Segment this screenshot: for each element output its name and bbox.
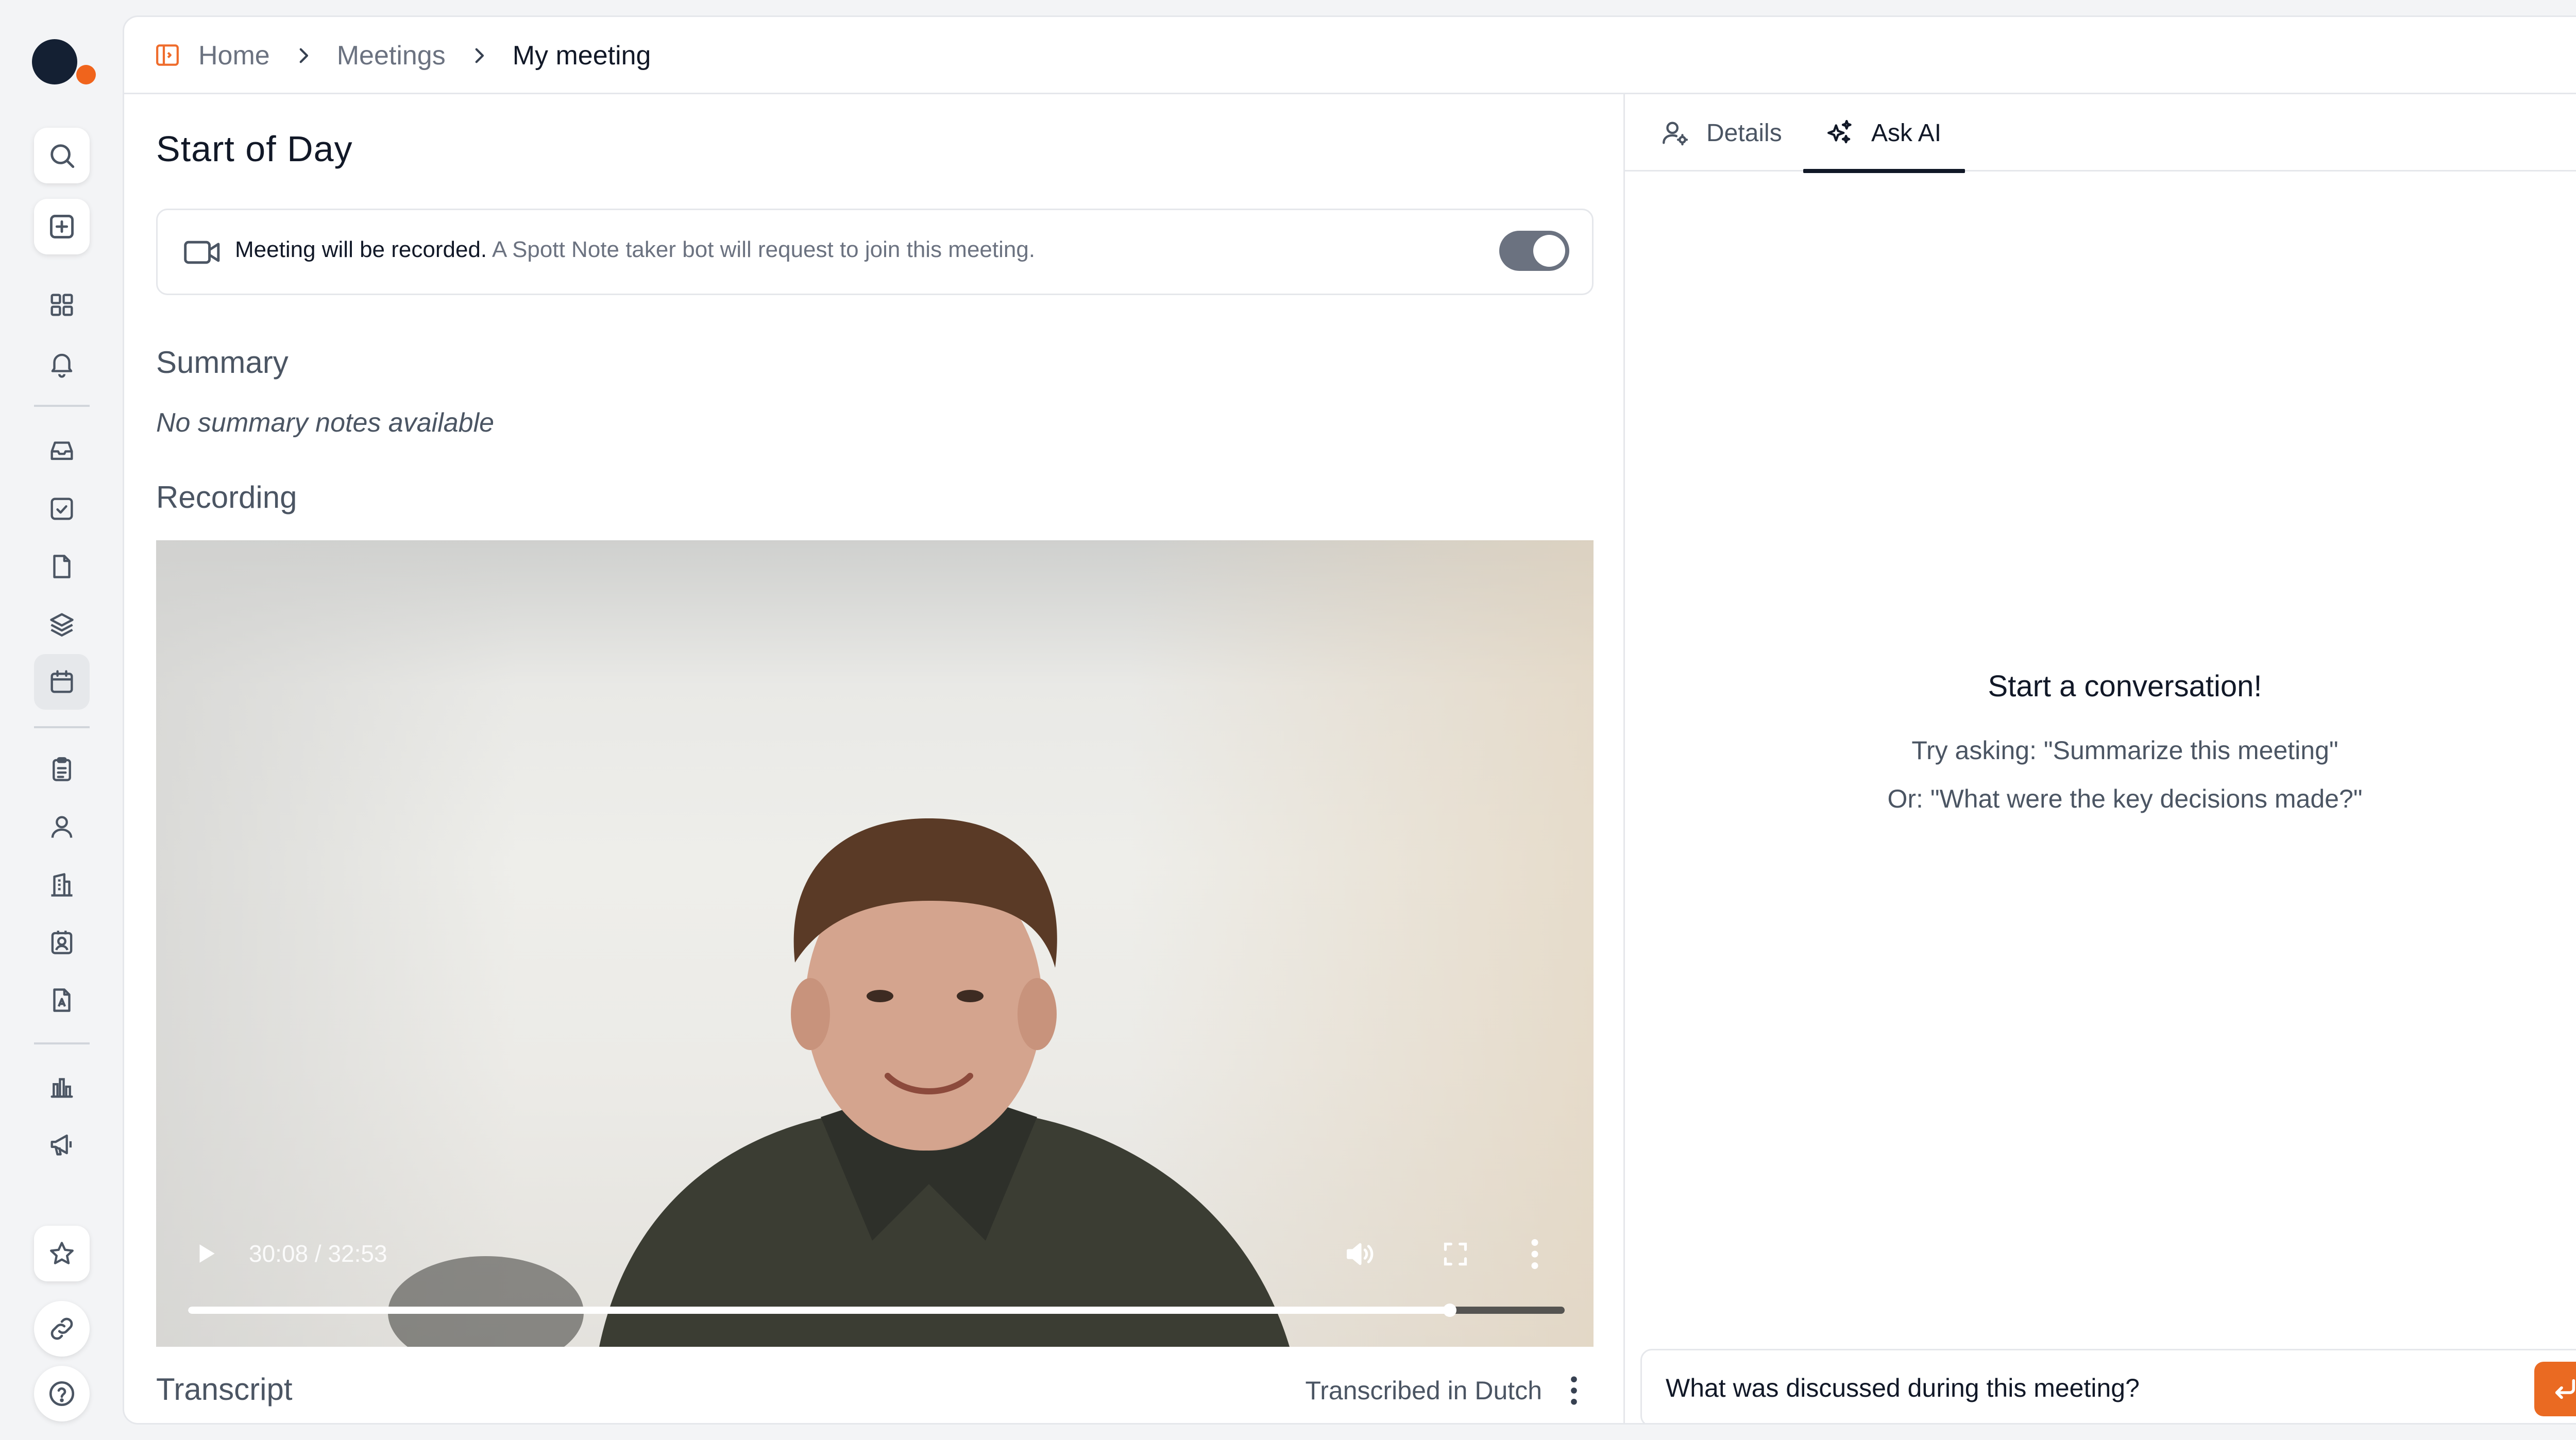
main-card: Home Meetings My meeting Start of Day Me… [123,15,2576,1425]
recording-notice-text: Meeting will be recorded. A Spott Note t… [235,237,1035,263]
more-vertical-icon[interactable] [1530,1239,1540,1270]
top-bar: Home Meetings My meeting [124,17,2576,94]
calendar-icon [50,670,73,693]
bar-chart-icon [50,1078,73,1098]
star-icon [50,1242,74,1264]
rail-divider [34,1042,90,1044]
nav-notifications[interactable] [34,336,90,391]
chat-empty-state: Start a conversation! Try asking: "Summa… [1625,669,2576,823]
chevron-right-icon [299,48,308,63]
help-circle-icon [49,1381,75,1407]
nav-clipboard[interactable] [34,742,90,797]
nav-campaigns[interactable] [34,1117,90,1172]
recording-heading: Recording [156,480,297,515]
breadcrumb: Home Meetings My meeting [198,38,651,74]
sidebar-toggle-button[interactable] [153,41,182,70]
search-button[interactable] [34,128,90,183]
side-panel: Details Ask AI Start a conversation! Try… [1625,94,2576,1423]
chat-input[interactable]: What was discussed during this meeting? [1640,1349,2576,1423]
summary-heading: Summary [156,345,289,380]
breadcrumb-home[interactable]: Home [198,40,270,71]
tab-details[interactable]: Details [1660,94,1782,172]
chevron-right-icon [475,48,484,63]
chat-hint: Try asking: "Summarize this meeting" [1911,736,2338,765]
video-time: 30:08 / 32:53 [249,1240,387,1267]
clipboard-list-icon [53,757,71,781]
nav-layers[interactable] [34,596,90,652]
favorites-button[interactable] [34,1226,90,1281]
bell-icon [51,353,73,378]
tab-ask-ai-label: Ask AI [1871,119,1942,147]
document-icon [53,555,71,578]
more-vertical-icon[interactable] [1569,1376,1579,1405]
sparkles-icon [1827,119,1852,144]
tab-ask-ai[interactable]: Ask AI [1803,94,1965,173]
summary-empty-text: No summary notes available [156,408,495,438]
rail-divider [34,405,90,407]
user-icon [51,816,73,838]
video-progress-fill [188,1307,1450,1314]
chat-empty-title: Start a conversation! [1988,670,2262,703]
inbox-icon [50,441,73,460]
nav-candidates[interactable] [34,915,90,970]
nav-files[interactable] [34,972,90,1028]
panel-toggle-icon [156,44,179,66]
nav-dashboard[interactable] [34,277,90,333]
create-button[interactable] [34,199,90,254]
video-scrubber[interactable] [1443,1304,1456,1317]
rail-divider [34,726,90,728]
plus-square-icon [50,215,74,238]
app-logo[interactable] [32,39,104,91]
side-panel-tabs: Details Ask AI [1625,94,2576,173]
building-icon [51,873,73,897]
app-sidebar [0,0,123,1440]
nav-companies[interactable] [34,857,90,913]
integrations-button[interactable] [34,1301,90,1357]
fullscreen-icon[interactable] [1442,1241,1469,1267]
breadcrumb-meetings[interactable]: Meetings [337,40,446,71]
megaphone-icon [50,1134,72,1156]
toggle-knob [1533,235,1565,267]
enter-icon [2555,1379,2575,1399]
play-icon[interactable] [193,1241,219,1266]
help-button[interactable] [34,1366,90,1421]
recording-video[interactable]: 30:08 / 32:53 [156,540,1594,1347]
volume-icon[interactable] [1344,1240,1376,1268]
search-icon [50,144,75,168]
contact-card-icon [51,931,73,954]
nav-documents[interactable] [34,539,90,594]
transcript-heading: Transcript [156,1372,293,1407]
transcript-header: Transcript Transcribed in Dutch [156,1368,1594,1410]
nav-reports[interactable] [34,1059,90,1115]
nav-tasks[interactable] [34,481,90,537]
send-button[interactable] [2534,1362,2576,1416]
breadcrumb-current: My meeting [512,41,651,71]
record-toggle[interactable] [1499,231,1569,271]
link-icon [50,1317,73,1340]
user-gear-icon [1663,122,1688,146]
checkbox-icon [50,498,73,520]
layers-icon [50,613,74,637]
chat-hint: Or: "What were the key decisions made?" [1887,784,2363,813]
recording-notice-bold: Meeting will be recorded. [235,237,487,262]
nav-meetings[interactable] [34,654,90,710]
tab-details-label: Details [1706,119,1782,147]
dashboard-icon [50,294,73,316]
nav-contacts[interactable] [34,799,90,855]
video-progress-bar[interactable] [188,1304,1565,1317]
nav-inbox[interactable] [34,422,90,478]
video-camera-icon [184,241,220,264]
recording-notice: Meeting will be recorded. A Spott Note t… [156,209,1594,295]
meeting-content: Start of Day Meeting will be recorded. A… [124,94,1623,1423]
page-title: Start of Day [156,129,353,169]
video-frame [388,818,1290,1347]
chat-input-value: What was discussed during this meeting? [1666,1374,2140,1402]
file-person-icon [53,988,71,1012]
recording-notice-detail: A Spott Note taker bot will request to j… [492,237,1036,262]
transcript-language: Transcribed in Dutch [1305,1376,1542,1405]
